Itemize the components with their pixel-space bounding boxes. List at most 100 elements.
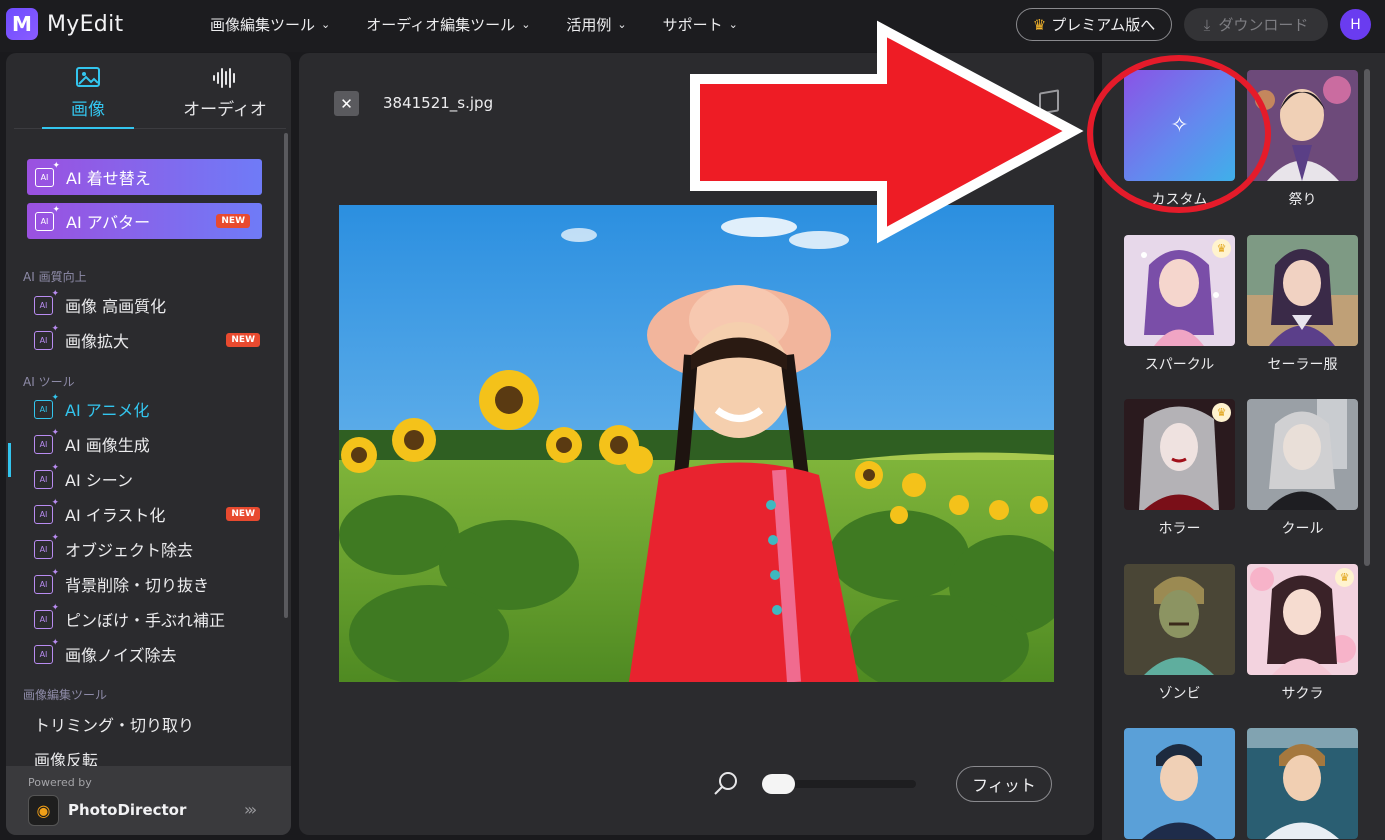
ai-sparkle-icon: AI xyxy=(34,289,59,315)
sidebar-item-denoise[interactable]: AI 画像ノイズ除去 xyxy=(34,638,274,669)
style-card-sakura[interactable]: ♛ xyxy=(1247,564,1358,675)
style-card-horror[interactable]: ♛ xyxy=(1124,399,1235,510)
sidebar-item-label: AI 画像生成 xyxy=(65,436,150,455)
ai-sparkle-icon: AI xyxy=(35,205,60,231)
sidebar-item-ai-illustration[interactable]: AI AI イラスト化 NEW xyxy=(34,498,274,529)
style-label: 祭り xyxy=(1288,192,1317,208)
style-label: クール xyxy=(1281,521,1324,537)
chevron-right-icon: ››› xyxy=(244,800,257,819)
zoom-icon xyxy=(714,772,737,795)
nav-use-cases[interactable]: 活用例 ⌄ xyxy=(566,14,626,35)
sidebar-item-ai-anime[interactable]: AI AI アニメ化 xyxy=(34,393,274,424)
new-badge: NEW xyxy=(226,333,260,347)
sidebar-item-label: AI シーン xyxy=(65,471,133,490)
style-label: サクラ xyxy=(1281,686,1324,702)
audio-waveform-icon xyxy=(180,67,270,93)
section-title: AI 画質向上 xyxy=(23,270,87,284)
media-tabs: 画像 オーディオ xyxy=(14,53,286,129)
crown-icon: ♛ xyxy=(1032,15,1047,34)
tab-label: オーディオ xyxy=(183,100,267,120)
sidebar-item-ai-image-generate[interactable]: AI AI 画像生成 xyxy=(34,428,274,459)
style-card-zombie[interactable] xyxy=(1124,564,1235,675)
new-badge: NEW xyxy=(226,507,260,521)
sidebar-item-label: AI アニメ化 xyxy=(65,401,150,420)
sidebar-item-label: オブジェクト除去 xyxy=(65,541,194,560)
sidebar-item-label: ピンぼけ・手ぶれ補正 xyxy=(65,611,226,630)
ai-outfit-change-button[interactable]: AI AI 着せ替え xyxy=(27,159,262,195)
sidebar-item-ai-scene[interactable]: AI AI シーン xyxy=(34,463,274,494)
nav-label: 画像編集ツール xyxy=(210,16,316,34)
ai-avatar-button[interactable]: AI AI アバター NEW xyxy=(27,203,262,239)
premium-crown-icon: ♛ xyxy=(1212,239,1231,258)
sidebar-item-label: 背景削除・切り抜き xyxy=(65,576,210,595)
new-badge: NEW xyxy=(216,214,250,228)
nav-image-tools[interactable]: 画像編集ツール ⌄ xyxy=(210,14,330,35)
premium-upgrade-button[interactable]: ♛ プレミアム版へ xyxy=(1016,8,1172,41)
sidebar-item-label: 画像ノイズ除去 xyxy=(65,646,177,665)
image-icon xyxy=(42,67,134,93)
close-icon[interactable]: ✕ xyxy=(334,91,359,116)
download-icon: ⤓ xyxy=(1203,15,1211,34)
sidebar-item-upscale-quality[interactable]: AI 画像 高画質化 xyxy=(34,289,274,320)
featured-label: AI アバター xyxy=(66,213,151,232)
ai-sparkle-icon: AI xyxy=(34,498,59,524)
myedit-logo-icon: M xyxy=(6,8,38,40)
photodirector-logo-icon: ◉ xyxy=(28,795,59,826)
style-card-festival[interactable] xyxy=(1247,70,1358,181)
ai-sparkle-icon: AI xyxy=(34,393,59,419)
style-card-sailor[interactable] xyxy=(1247,235,1358,346)
editor-canvas: ✕ 3841521_s.jpg フィット xyxy=(299,53,1094,835)
magic-wand-icon: ✧ xyxy=(1170,113,1189,138)
ai-sparkle-icon: AI xyxy=(34,603,59,629)
uploaded-photo xyxy=(339,205,1054,682)
nav-audio-tools[interactable]: オーディオ編集ツール ⌄ xyxy=(366,14,530,35)
ai-sparkle-icon: AI xyxy=(34,324,59,350)
style-card-cool[interactable] xyxy=(1247,399,1358,510)
compare-icon[interactable] xyxy=(1039,89,1059,115)
tab-image[interactable]: 画像 xyxy=(42,67,134,129)
fit-button[interactable]: フィット xyxy=(956,766,1052,802)
user-avatar[interactable]: H xyxy=(1340,9,1371,40)
style-card-sparkle[interactable]: ♛ xyxy=(1124,235,1235,346)
app-name: MyEdit xyxy=(47,11,124,37)
style-card-sports[interactable] xyxy=(1247,728,1358,839)
active-indicator xyxy=(8,443,11,477)
chevron-down-icon: ⌄ xyxy=(617,18,627,31)
nav-label: オーディオ編集ツール xyxy=(366,16,516,34)
ai-sparkle-icon: AI xyxy=(34,428,59,454)
featured-label: AI 着せ替え xyxy=(66,169,151,188)
premium-crown-icon: ♛ xyxy=(1335,568,1354,587)
chevron-down-icon: ⌄ xyxy=(728,18,738,31)
sidebar-scrollbar[interactable] xyxy=(284,133,288,618)
sidebar-item-label: 画像 高画質化 xyxy=(65,297,167,316)
sidebar-item-crop[interactable]: トリミング・切り取り xyxy=(34,712,194,736)
main-nav: 画像編集ツール ⌄ オーディオ編集ツール ⌄ 活用例 ⌄ サポート ⌄ xyxy=(210,14,774,35)
top-bar: M MyEdit 画像編集ツール ⌄ オーディオ編集ツール ⌄ 活用例 ⌄ サポート ⌄… xyxy=(0,0,1385,52)
tab-label: 画像 xyxy=(71,100,105,120)
tab-audio[interactable]: オーディオ xyxy=(180,67,270,120)
section-title: AI ツール xyxy=(23,375,75,389)
download-button[interactable]: ⤓ ダウンロード xyxy=(1184,8,1328,41)
nav-support[interactable]: サポート ⌄ xyxy=(663,14,738,35)
product-name: PhotoDirector xyxy=(68,801,187,819)
ai-sparkle-icon: AI xyxy=(35,161,60,187)
ai-sparkle-icon: AI xyxy=(34,533,59,559)
sidebar-item-enlarge[interactable]: AI 画像拡大 NEW xyxy=(34,324,274,355)
sidebar-item-deblur[interactable]: AI ピンぼけ・手ぶれ補正 xyxy=(34,603,274,634)
ai-sparkle-icon: AI xyxy=(34,638,59,664)
chevron-down-icon: ⌄ xyxy=(321,18,331,31)
chevron-down-icon: ⌄ xyxy=(521,18,531,31)
powered-by-banner[interactable]: Powered by ◉ PhotoDirector ››› xyxy=(6,766,291,835)
app-logo[interactable]: M MyEdit xyxy=(6,8,123,40)
style-card-business[interactable] xyxy=(1124,728,1235,839)
style-label: ホラー xyxy=(1158,521,1201,537)
ai-sparkle-icon: AI xyxy=(34,568,59,594)
style-label: スパークル xyxy=(1144,357,1215,373)
style-panel-scrollbar[interactable] xyxy=(1364,69,1370,566)
sidebar-item-label: AI イラスト化 xyxy=(65,506,166,525)
sidebar-item-object-removal[interactable]: AI オブジェクト除去 xyxy=(34,533,274,564)
zoom-slider-handle[interactable] xyxy=(762,774,795,794)
style-card-custom[interactable]: ✧ xyxy=(1124,70,1235,181)
sidebar-item-background-removal[interactable]: AI 背景削除・切り抜き xyxy=(34,568,274,599)
tool-sidebar: 画像 オーディオ AI AI 着せ替え AI AI アバター NEW AI 画質… xyxy=(6,53,291,835)
